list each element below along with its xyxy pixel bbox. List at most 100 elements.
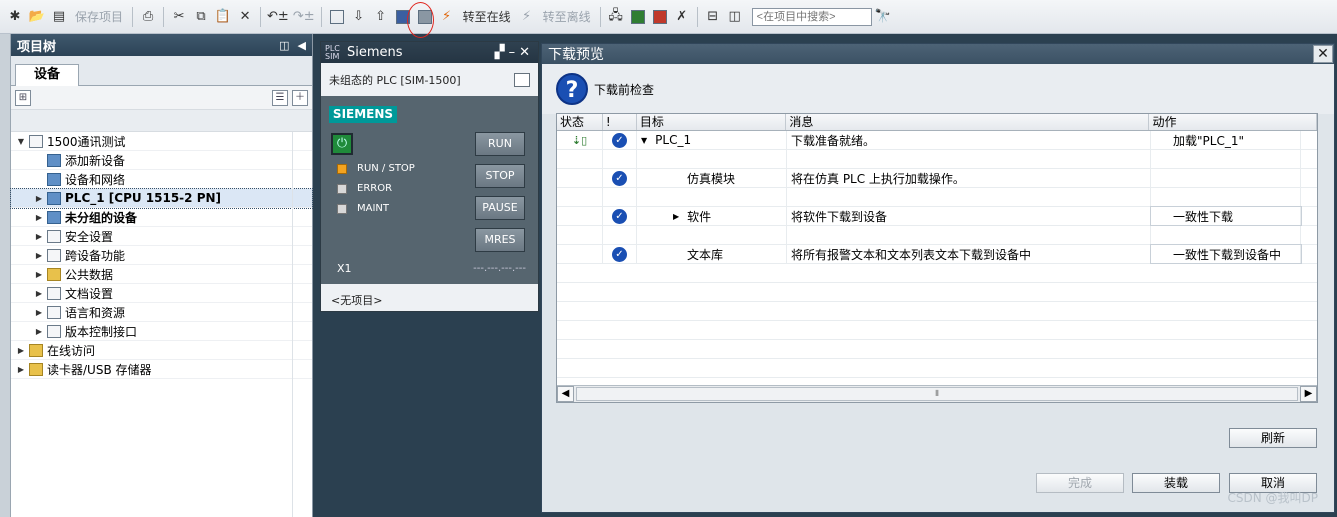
tree-item[interactable]: ▶ 版本控制接口	[11, 322, 312, 341]
tab-devices[interactable]: 设备	[15, 64, 79, 86]
tree-item[interactable]: ▼ 1500通讯测试	[11, 132, 312, 151]
expand-arrow-icon[interactable]: ▶	[673, 212, 679, 221]
panel-controls: ◫ ◀	[279, 39, 306, 52]
dialog-title: 下载预览	[548, 47, 604, 63]
save-project-button[interactable]: 保存项目	[72, 6, 126, 28]
scroll-left-icon[interactable]: ◀	[557, 386, 574, 402]
go-offline-button[interactable]: 转至离线	[540, 6, 594, 28]
table-row[interactable]: ⇣▯ ✓ ▼ PLC_1 下载准备就绪。 加载"PLC_1"	[557, 131, 1317, 150]
message-cell	[787, 226, 1151, 244]
tree-item[interactable]: ▶ 公共数据	[11, 265, 312, 284]
action-cell[interactable]: 一致性下载	[1150, 206, 1302, 226]
project-search-input[interactable]	[751, 7, 872, 26]
expand-arrow-icon[interactable]: ▶	[15, 365, 27, 374]
expand-arrow-icon[interactable]: ▶	[33, 251, 45, 260]
tree-item[interactable]: ▶ PLC_1 [CPU 1515-2 PN]	[10, 188, 313, 209]
accessible-devices-icon[interactable]: 🖧	[607, 6, 625, 28]
action-cell[interactable]: 一致性下载到设备中	[1150, 244, 1302, 264]
stop-cpu-icon[interactable]	[651, 6, 669, 28]
plcsim-window-controls[interactable]: ▞–✕	[495, 45, 534, 60]
column-target[interactable]: 目标	[637, 114, 787, 130]
tree-item[interactable]: ▶ 安全设置	[11, 227, 312, 246]
split-horizontal-icon[interactable]: ⊟	[704, 6, 722, 28]
expand-arrow-icon[interactable]: ▶	[33, 270, 45, 279]
cross-reference-icon[interactable]: ✗	[673, 6, 691, 28]
mres-button[interactable]: MRES	[475, 228, 525, 252]
plcsim-settings-icon[interactable]	[514, 72, 530, 87]
tree-item[interactable]: ▶ 跨设备功能	[11, 246, 312, 265]
search-icon[interactable]: 🔭	[874, 6, 892, 28]
finish-button[interactable]: 完成	[1036, 473, 1124, 493]
collapse-panel-icon[interactable]: ◀	[298, 39, 306, 52]
copy-icon[interactable]: ⧉	[192, 6, 210, 28]
add-icon[interactable]: ＋	[292, 89, 308, 106]
undo-icon[interactable]: ↶±	[267, 6, 289, 28]
expand-arrow-icon[interactable]: ▶	[33, 232, 45, 241]
print-icon[interactable]: ⎙	[139, 6, 157, 28]
tree-item[interactable]: 设备和网络	[11, 170, 312, 189]
open-project-icon[interactable]: 📂	[28, 6, 46, 28]
column-action[interactable]: 动作	[1149, 114, 1317, 130]
interface-x1-label: X1	[337, 262, 352, 275]
table-row[interactable]: ✓ 仿真模块 将在仿真 PLC 上执行加载操作。	[557, 169, 1317, 188]
column-alert[interactable]: !	[603, 114, 637, 130]
expand-arrow-icon[interactable]: ▶	[33, 327, 45, 336]
table-row[interactable]: ✓ ▶ 软件 将软件下载到设备 一致性下载	[557, 206, 1317, 226]
paste-icon[interactable]: 📋	[214, 6, 232, 28]
new-project-icon[interactable]: ✱	[6, 6, 24, 28]
table-row[interactable]	[557, 226, 1317, 245]
go-online-button[interactable]: 转至在线	[460, 6, 514, 28]
column-status[interactable]: 状态	[557, 114, 603, 130]
refresh-button[interactable]: 刷新	[1229, 428, 1317, 448]
status-cell	[557, 169, 603, 187]
save-icon[interactable]: ▤	[50, 6, 68, 28]
scroll-thumb[interactable]: ⦀	[576, 387, 1298, 401]
pause-button[interactable]: PAUSE	[475, 196, 525, 220]
run-button[interactable]: RUN	[475, 132, 525, 156]
start-cpu-icon[interactable]	[629, 6, 647, 28]
upload-from-device-icon[interactable]: ⇧	[372, 6, 390, 28]
cut-icon[interactable]: ✂	[170, 6, 188, 28]
tree-view-icon[interactable]: ⊞	[15, 89, 31, 106]
expand-arrow-icon[interactable]: ▶	[33, 289, 45, 298]
expand-arrow-icon[interactable]: ▶	[33, 194, 45, 203]
cross-device-icon	[47, 248, 61, 262]
tree-item[interactable]: ▶ 文档设置	[11, 284, 312, 303]
expand-arrow-icon[interactable]: ▶	[15, 346, 27, 355]
table-row[interactable]	[557, 150, 1317, 169]
scroll-right-icon[interactable]: ▶	[1300, 386, 1317, 402]
download-to-device-icon[interactable]: ⇩	[350, 6, 368, 28]
expand-arrow-icon[interactable]: ▶	[33, 308, 45, 317]
overview-icon[interactable]: ☰	[272, 89, 288, 106]
table-row[interactable]: ✓ 文本库 将所有报警文本和文本列表文本下载到设备中 一致性下载到设备中	[557, 244, 1317, 264]
split-vertical-icon[interactable]: ◫	[726, 6, 744, 28]
go-offline-icon[interactable]: ⚡	[518, 6, 536, 28]
compile-icon[interactable]	[328, 6, 346, 28]
action-cell	[1151, 188, 1301, 206]
power-icon[interactable]: ⏻	[331, 133, 353, 155]
collapse-arrow-icon[interactable]: ▼	[641, 136, 647, 145]
delete-icon[interactable]: ✕	[236, 6, 254, 28]
load-button[interactable]: 装载	[1132, 473, 1220, 493]
stop-button[interactable]: STOP	[475, 164, 525, 188]
close-icon[interactable]: ✕	[1313, 45, 1333, 63]
start-simulation-icon[interactable]	[394, 6, 412, 28]
status-cell	[557, 207, 603, 225]
save-simulation-icon[interactable]	[416, 6, 434, 28]
target-cell: 文本库	[637, 245, 787, 263]
collapsed-side-strip[interactable]	[0, 34, 11, 517]
table-row[interactable]	[557, 188, 1317, 207]
horizontal-scrollbar[interactable]: ◀ ⦀ ▶	[557, 385, 1317, 402]
tree-item[interactable]: ▶ 在线访问	[11, 341, 312, 360]
tree-item[interactable]: 添加新设备	[11, 151, 312, 170]
expand-arrow-icon[interactable]: ▶	[33, 213, 45, 222]
tree-item[interactable]: ▶ 未分组的设备	[11, 208, 312, 227]
watermark: CSDN @我叫DP	[1227, 491, 1318, 505]
tree-item[interactable]: ▶ 读卡器/USB 存储器	[11, 360, 312, 379]
tree-item[interactable]: ▶ 语言和资源	[11, 303, 312, 322]
column-message[interactable]: 消息	[786, 114, 1150, 130]
collapse-arrow-icon[interactable]: ▼	[15, 137, 27, 146]
go-online-icon[interactable]: ⚡	[438, 6, 456, 28]
redo-icon[interactable]: ↷±	[293, 6, 315, 28]
split-panel-icon[interactable]: ◫	[279, 39, 289, 52]
